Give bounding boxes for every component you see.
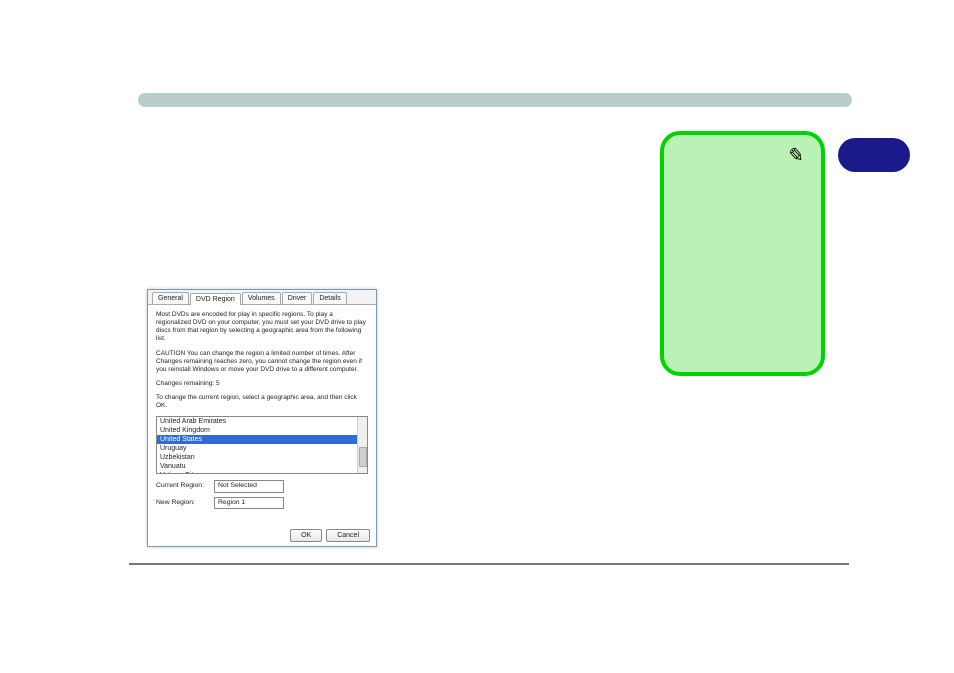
list-item[interactable]: United Kingdom bbox=[157, 426, 367, 435]
current-region-value: Not Selected bbox=[214, 480, 284, 492]
tab-general[interactable]: General bbox=[152, 292, 189, 304]
intro-text: Most DVDs are encoded for play in specif… bbox=[156, 311, 368, 344]
list-item-selected[interactable]: United States bbox=[157, 435, 367, 444]
tab-dvd-region[interactable]: DVD Region bbox=[190, 293, 241, 305]
cancel-button[interactable]: Cancel bbox=[326, 529, 370, 542]
new-region-value[interactable]: Region 1 bbox=[214, 497, 284, 509]
list-item[interactable]: Vanuatu bbox=[157, 462, 367, 471]
region-listbox[interactable]: United Arab Emirates United Kingdom Unit… bbox=[156, 416, 368, 474]
header-rule bbox=[138, 93, 852, 107]
dialog-body: Most DVDs are encoded for play in specif… bbox=[148, 305, 376, 519]
tab-driver[interactable]: Driver bbox=[282, 292, 313, 304]
list-item[interactable]: Vatican City bbox=[157, 471, 367, 474]
ok-button[interactable]: OK bbox=[290, 529, 322, 542]
tab-volumes[interactable]: Volumes bbox=[242, 292, 281, 304]
list-item[interactable]: Uzbekistan bbox=[157, 453, 367, 462]
pen-icon: ✎ bbox=[785, 142, 804, 168]
new-region-label: New Region: bbox=[156, 499, 214, 507]
current-region-label: Current Region: bbox=[156, 482, 214, 490]
footer-rule bbox=[129, 563, 849, 565]
instruction-text: To change the current region, select a g… bbox=[156, 394, 368, 410]
scrollbar[interactable] bbox=[357, 417, 367, 473]
dvd-region-dialog: General DVD Region Volumes Driver Detail… bbox=[147, 289, 377, 547]
caution-text: CAUTION You can change the region a limi… bbox=[156, 350, 368, 374]
page-badge bbox=[838, 138, 910, 172]
dialog-button-row: OK Cancel bbox=[290, 529, 370, 542]
changes-remaining: Changes remaining: 5 bbox=[156, 380, 368, 388]
list-item[interactable]: United Arab Emirates bbox=[157, 417, 367, 426]
new-region-row: New Region: Region 1 bbox=[156, 497, 368, 509]
tab-details[interactable]: Details bbox=[313, 292, 346, 304]
note-sidebar: ✎ bbox=[660, 131, 825, 376]
list-item[interactable]: Uruguay bbox=[157, 444, 367, 453]
scroll-thumb[interactable] bbox=[359, 447, 367, 467]
dialog-tabs: General DVD Region Volumes Driver Detail… bbox=[148, 290, 376, 305]
current-region-row: Current Region: Not Selected bbox=[156, 480, 368, 492]
